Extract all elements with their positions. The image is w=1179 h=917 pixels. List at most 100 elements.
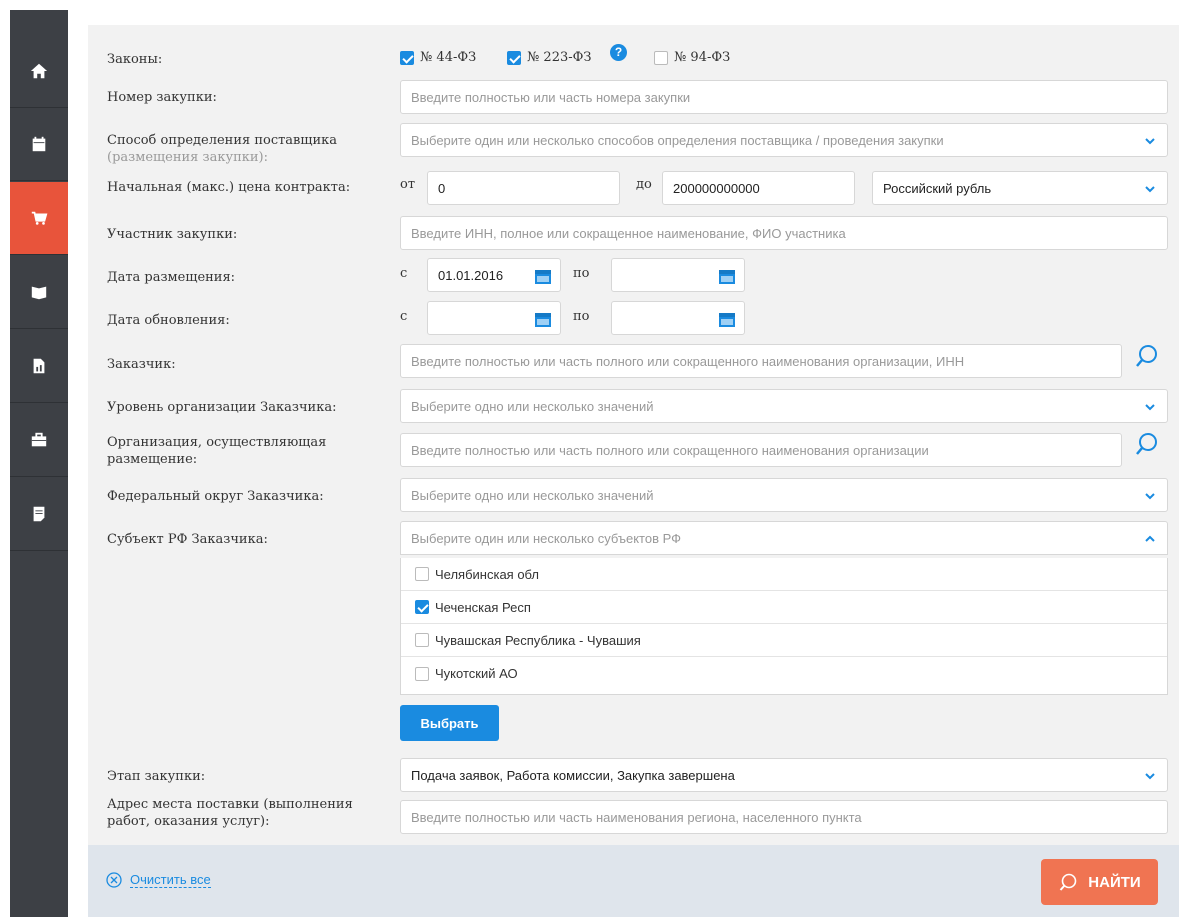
search-icon <box>1060 873 1077 891</box>
customer-level-placeholder: Выберите одно или несколько значений <box>411 398 654 414</box>
customer-level-label: Уровень организации Заказчика: <box>107 400 337 415</box>
customer-input[interactable]: Введите полностью или часть полного или … <box>400 344 1122 378</box>
checkbox-unchecked-icon <box>415 633 429 647</box>
law-223-checkbox[interactable]: № 223-ФЗ <box>507 50 592 65</box>
checkbox-unchecked-icon <box>654 50 668 65</box>
publish-date-from-label: с <box>400 266 408 281</box>
currency-select[interactable]: Российский рубль <box>872 171 1168 205</box>
calendar-icon[interactable] <box>534 310 552 328</box>
law-94-label: № 94-ФЗ <box>674 50 731 65</box>
region-option-label: Чукотский АО <box>435 666 518 681</box>
region-option-label: Чувашская Республика - Чувашия <box>435 632 641 648</box>
federal-district-label: Федеральный округ Заказчика: <box>107 489 324 504</box>
region-select[interactable]: Выберите один или несколько субъектов РФ <box>400 521 1168 555</box>
region-placeholder: Выберите один или несколько субъектов РФ <box>411 530 682 546</box>
publish-date-to-label: по <box>573 266 590 281</box>
clear-icon <box>106 872 122 888</box>
list-item[interactable]: Челябинская обл <box>401 558 1167 591</box>
price-to-label: до <box>636 177 652 192</box>
placing-org-label: Организация, осуществляющая размещение: <box>107 435 327 467</box>
law-223-label: № 223-ФЗ <box>527 50 592 65</box>
law-44-checkbox[interactable]: № 44-ФЗ <box>400 50 476 65</box>
region-dropdown-list: Челябинская обл Чеченская Респ Чувашская… <box>400 558 1168 695</box>
cart-icon <box>31 211 48 225</box>
publish-date-label: Дата размещения: <box>107 270 236 285</box>
stage-label: Этап закупки: <box>107 769 206 784</box>
find-button[interactable]: НАЙТИ <box>1041 859 1158 905</box>
federal-district-placeholder: Выберите одно или несколько значений <box>411 487 654 503</box>
checkbox-checked-icon <box>400 50 414 65</box>
sidebar-item-calendar[interactable] <box>10 108 68 181</box>
update-date-from-label: с <box>400 309 408 324</box>
placing-org-input[interactable]: Введите полностью или часть полного или … <box>400 433 1122 467</box>
address-label: Адрес места поставки (выполнения работ, … <box>107 797 353 829</box>
supplier-method-select[interactable]: Выберите один или несколько способов опр… <box>400 123 1168 157</box>
customer-level-select[interactable]: Выберите одно или несколько значений <box>400 389 1168 423</box>
list-item[interactable]: Чувашская Республика - Чувашия <box>401 624 1167 657</box>
law-94-checkbox[interactable]: № 94-ФЗ <box>654 50 730 65</box>
federal-district-select[interactable]: Выберите одно или несколько значений <box>400 478 1168 512</box>
purchase-number-label: Номер закупки: <box>107 90 217 105</box>
checkbox-checked-icon <box>415 600 429 614</box>
price-to-input[interactable]: 200000000000 <box>662 171 855 205</box>
chevron-down-icon <box>1145 138 1155 145</box>
checkbox-checked-icon <box>507 50 521 65</box>
customer-label: Заказчик: <box>107 357 176 372</box>
briefcase-icon <box>31 432 47 447</box>
stage-select[interactable]: Подача заявок, Работа комиссии, Закупка … <box>400 758 1168 792</box>
supplier-method-label: Способ определения поставщика (размещени… <box>107 132 337 166</box>
region-option-label: Чеченская Респ <box>435 599 531 615</box>
list-item[interactable]: Чукотский АО <box>401 657 1167 690</box>
search-icon[interactable] <box>1134 431 1160 457</box>
find-button-label: НАЙТИ <box>1088 873 1141 891</box>
currency-value: Российский рубль <box>883 180 992 196</box>
update-date-from-input[interactable] <box>427 301 561 335</box>
address-input[interactable]: Введите полностью или часть наименования… <box>400 800 1168 834</box>
sidebar <box>10 10 68 917</box>
home-icon <box>30 63 48 79</box>
price-label: Начальная (макс.) цена контракта: <box>107 180 351 195</box>
price-from-input[interactable]: 0 <box>427 171 620 205</box>
update-date-to-input[interactable] <box>611 301 745 335</box>
stage-value: Подача заявок, Работа комиссии, Закупка … <box>411 767 735 783</box>
calendar-icon <box>32 136 46 152</box>
search-icon[interactable] <box>1134 343 1160 369</box>
participant-label: Участник закупки: <box>107 227 238 242</box>
book-icon <box>31 286 47 300</box>
sidebar-item-catalog[interactable] <box>10 256 68 329</box>
supplier-method-placeholder: Выберите один или несколько способов опр… <box>411 132 944 148</box>
update-date-label: Дата обновления: <box>107 313 230 328</box>
update-date-to-label: по <box>573 309 590 324</box>
chevron-down-icon <box>1145 186 1155 193</box>
select-button[interactable]: Выбрать <box>400 705 499 741</box>
sidebar-item-purchases[interactable] <box>10 182 68 255</box>
sidebar-item-business[interactable] <box>10 404 68 477</box>
supplier-method-label-text: Способ определения поставщика <box>107 133 337 148</box>
participant-input[interactable]: Введите ИНН, полное или сокращенное наим… <box>400 216 1168 250</box>
chevron-down-icon <box>1145 773 1155 780</box>
publish-date-from-input[interactable]: 01.01.2016 <box>427 258 561 292</box>
calendar-icon[interactable] <box>718 310 736 328</box>
laws-label: Законы: <box>107 52 163 67</box>
chevron-up-icon <box>1145 535 1155 542</box>
sidebar-item-documents[interactable] <box>10 478 68 551</box>
search-form: Законы: № 44-ФЗ № 223-ФЗ ? № 94-ФЗ Номер… <box>88 25 1179 917</box>
list-item[interactable]: Чеченская Респ <box>401 591 1167 624</box>
calendar-icon[interactable] <box>718 267 736 285</box>
chevron-down-icon <box>1145 493 1155 500</box>
purchase-number-input[interactable]: Введите полностью или часть номера закуп… <box>400 80 1168 114</box>
calendar-icon[interactable] <box>534 267 552 285</box>
region-label: Субъект РФ Заказчика: <box>107 532 268 547</box>
help-icon[interactable]: ? <box>610 44 627 61</box>
sidebar-item-home[interactable] <box>10 35 68 108</box>
form-footer: Очистить все НАЙТИ <box>88 845 1179 917</box>
supplier-method-sublabel: (размещения закупки): <box>107 150 269 165</box>
checkbox-unchecked-icon <box>415 666 429 681</box>
sidebar-item-reports[interactable] <box>10 330 68 403</box>
clear-all-link[interactable]: Очистить все <box>106 872 211 888</box>
clear-all-label: Очистить все <box>130 872 211 888</box>
document-icon <box>33 506 45 522</box>
law-44-label: № 44-ФЗ <box>420 50 477 65</box>
checkbox-unchecked-icon <box>415 567 429 581</box>
publish-date-to-input[interactable] <box>611 258 745 292</box>
